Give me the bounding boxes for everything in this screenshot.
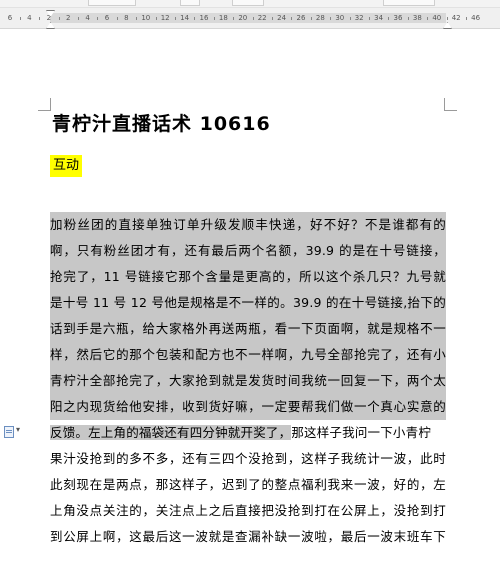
ruler-text-area	[50, 13, 446, 23]
body-line-selected[interactable]: 啊，只有粉丝团才有，还有最后两个名额，39.9 的是在十号链接，	[50, 238, 446, 264]
body-line[interactable]: 果汁没抢到的多不多，还有三四个没抢到，这样子我统计一波，此时	[50, 446, 446, 472]
ruler-number: 26	[296, 14, 306, 22]
horizontal-ruler[interactable]: 6 4 2 2 4 6 8 10 12 14 16 18 20 22 24 26 28 30 32 34 36 38 40 4…	[0, 8, 500, 29]
body-line-partial-selection[interactable]: 反馈。左上角的福袋还有四分钟就开奖了，那这样子我问一下小青柠	[50, 420, 446, 446]
ruler-tick	[174, 17, 176, 20]
ruler-number: 6	[104, 14, 110, 22]
ruler-tick	[77, 17, 79, 20]
chevron-down-icon[interactable]: ▾	[16, 425, 20, 434]
ruler-number: 2	[65, 14, 71, 22]
document-title[interactable]: 青柠汁直播话术 10616	[52, 109, 271, 136]
body-line-selected[interactable]: 青柠汁全部抢完了，大家抢到就是发货时间我统一回复一下，两个太	[50, 368, 446, 394]
toolbar-button[interactable]	[180, 0, 200, 6]
ruler-number: 24	[277, 14, 287, 22]
ruler-number: 14	[180, 14, 190, 22]
ruler-number: 4	[27, 14, 32, 22]
paragraph-layout-icon[interactable]	[4, 426, 14, 438]
body-line-selected[interactable]: 阳之内现货给他安排，收到货好嘛，一定要帮我们做一个真心实意的	[50, 394, 446, 420]
ruler-tick	[465, 17, 467, 20]
body-line[interactable]: 到公屏上啊，这最后这一波就是查漏补缺一波啦，最后一波末班车下	[50, 524, 446, 550]
ruler-number: 34	[374, 14, 384, 22]
ruler-number: 12	[160, 14, 170, 22]
ruler-number: 6	[7, 14, 13, 22]
ruler-tick	[330, 17, 332, 20]
ruler-number: 8	[124, 14, 129, 22]
ruler-number: 28	[315, 14, 325, 22]
ruler-tick	[39, 17, 41, 20]
ruler-tick	[155, 17, 157, 20]
body-line-selected[interactable]: 是十号 11 号 12 号他是规格是不一样的。39.9 的在十号链接,抬下的	[50, 290, 446, 316]
body-line-selected[interactable]: 加粉丝团的直接单独订单升级发顺丰快递，好不好？不是谁都有的	[50, 212, 446, 238]
ruler-number: 46	[471, 14, 481, 22]
toolbar-button[interactable]	[88, 0, 136, 6]
right-indent-marker[interactable]	[443, 22, 452, 29]
ruler-number: 16	[199, 14, 209, 22]
ruler-tick	[407, 17, 409, 20]
ruler-tick	[310, 17, 312, 20]
margin-corner-top-right	[444, 98, 457, 111]
ruler-number: 4	[85, 14, 90, 22]
selected-text: 反馈。左上角的福袋还有四分钟就开奖了，	[50, 425, 292, 440]
ruler-number: 42	[451, 14, 461, 22]
ruler-number: 18	[218, 14, 228, 22]
ruler-number: 22	[257, 14, 267, 22]
toolbar-button[interactable]	[232, 0, 264, 6]
body-line-selected[interactable]: 话到手是六瓶，给大家格外再送两瓶，看一下页面啊，就是规格不一	[50, 316, 446, 342]
ruler-tick	[388, 17, 390, 20]
body-line[interactable]: 上角没点关注的，关注点上之后直接把没抢到打在公屏上，没抢到打	[50, 498, 446, 524]
ruler-number: 36	[393, 14, 403, 22]
ruler-tick	[252, 17, 254, 20]
ruler-tick	[97, 17, 99, 20]
ruler-number: 32	[354, 14, 364, 22]
ruler-tick	[136, 17, 138, 20]
ruler-tick	[58, 17, 60, 20]
body-line[interactable]: 此刻现在是两点，那这样子，迟到了的整点福利我来一波，好的，左	[50, 472, 446, 498]
ruler-tick	[213, 17, 215, 20]
body-line-selected[interactable]: 样，然后它的那个包装和配方也不一样啊，九号全部抢完了，还有小	[50, 342, 446, 368]
ruler-tick	[116, 17, 118, 20]
ruler-number: 10	[141, 14, 151, 22]
ruler-tick	[446, 17, 448, 20]
left-indent-marker[interactable]	[46, 22, 55, 29]
ruler-number: 38	[412, 14, 422, 22]
toolbar-strip	[0, 0, 500, 8]
ruler-tick	[368, 17, 370, 20]
ruler-tick	[349, 17, 351, 20]
ruler-number: 20	[238, 14, 248, 22]
section-heading-highlighted[interactable]: 互动	[50, 155, 83, 177]
ruler-tick	[427, 17, 429, 20]
unselected-text: 那这样子我问一下小青柠	[291, 425, 432, 440]
ruler-tick	[194, 17, 196, 20]
body-line-selected[interactable]: 抢完了，11 号链接它那个含量是更高的，所以这个杀几只？九号就	[50, 264, 446, 290]
ruler-tick	[271, 17, 273, 20]
toolbar-button[interactable]	[383, 0, 435, 6]
ruler-number: 40	[432, 14, 442, 22]
ruler-number: 30	[335, 14, 345, 22]
ruler-tick	[19, 17, 21, 20]
margin-corner-top-left	[38, 98, 51, 111]
ruler-tick	[291, 17, 293, 20]
ruler-tick	[233, 17, 235, 20]
